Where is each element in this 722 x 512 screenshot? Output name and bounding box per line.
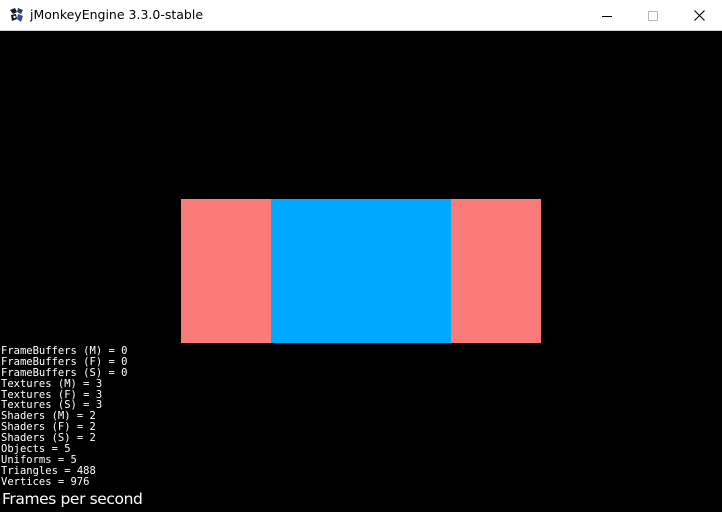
right-pink-quad [451, 199, 541, 343]
minimize-button[interactable] [584, 0, 630, 31]
stat-line: Textures (M) = 3 [1, 377, 103, 390]
stat-line: Vertices = 976 [1, 475, 90, 488]
left-pink-quad [181, 199, 271, 343]
title-bar[interactable]: jMonkeyEngine 3.3.0-stable [0, 0, 722, 31]
close-icon [693, 10, 705, 21]
close-button[interactable] [676, 0, 722, 31]
app-window: jMonkeyEngine 3.3.0-stable FrameBuffers … [0, 0, 722, 512]
jmonkeyengine-logo-icon [10, 8, 23, 22]
center-blue-quad [271, 199, 451, 343]
render-viewport[interactable]: FrameBuffers (M) = 0 FrameBuffers (F) = … [0, 31, 722, 512]
maximize-button[interactable] [630, 0, 676, 31]
minimize-icon [602, 15, 612, 17]
stats-overlay: FrameBuffers (M) = 0 FrameBuffers (F) = … [1, 346, 127, 488]
fps-label: Frames per second [2, 490, 143, 508]
window-title: jMonkeyEngine 3.3.0-stable [30, 7, 204, 22]
maximize-icon [648, 10, 658, 21]
